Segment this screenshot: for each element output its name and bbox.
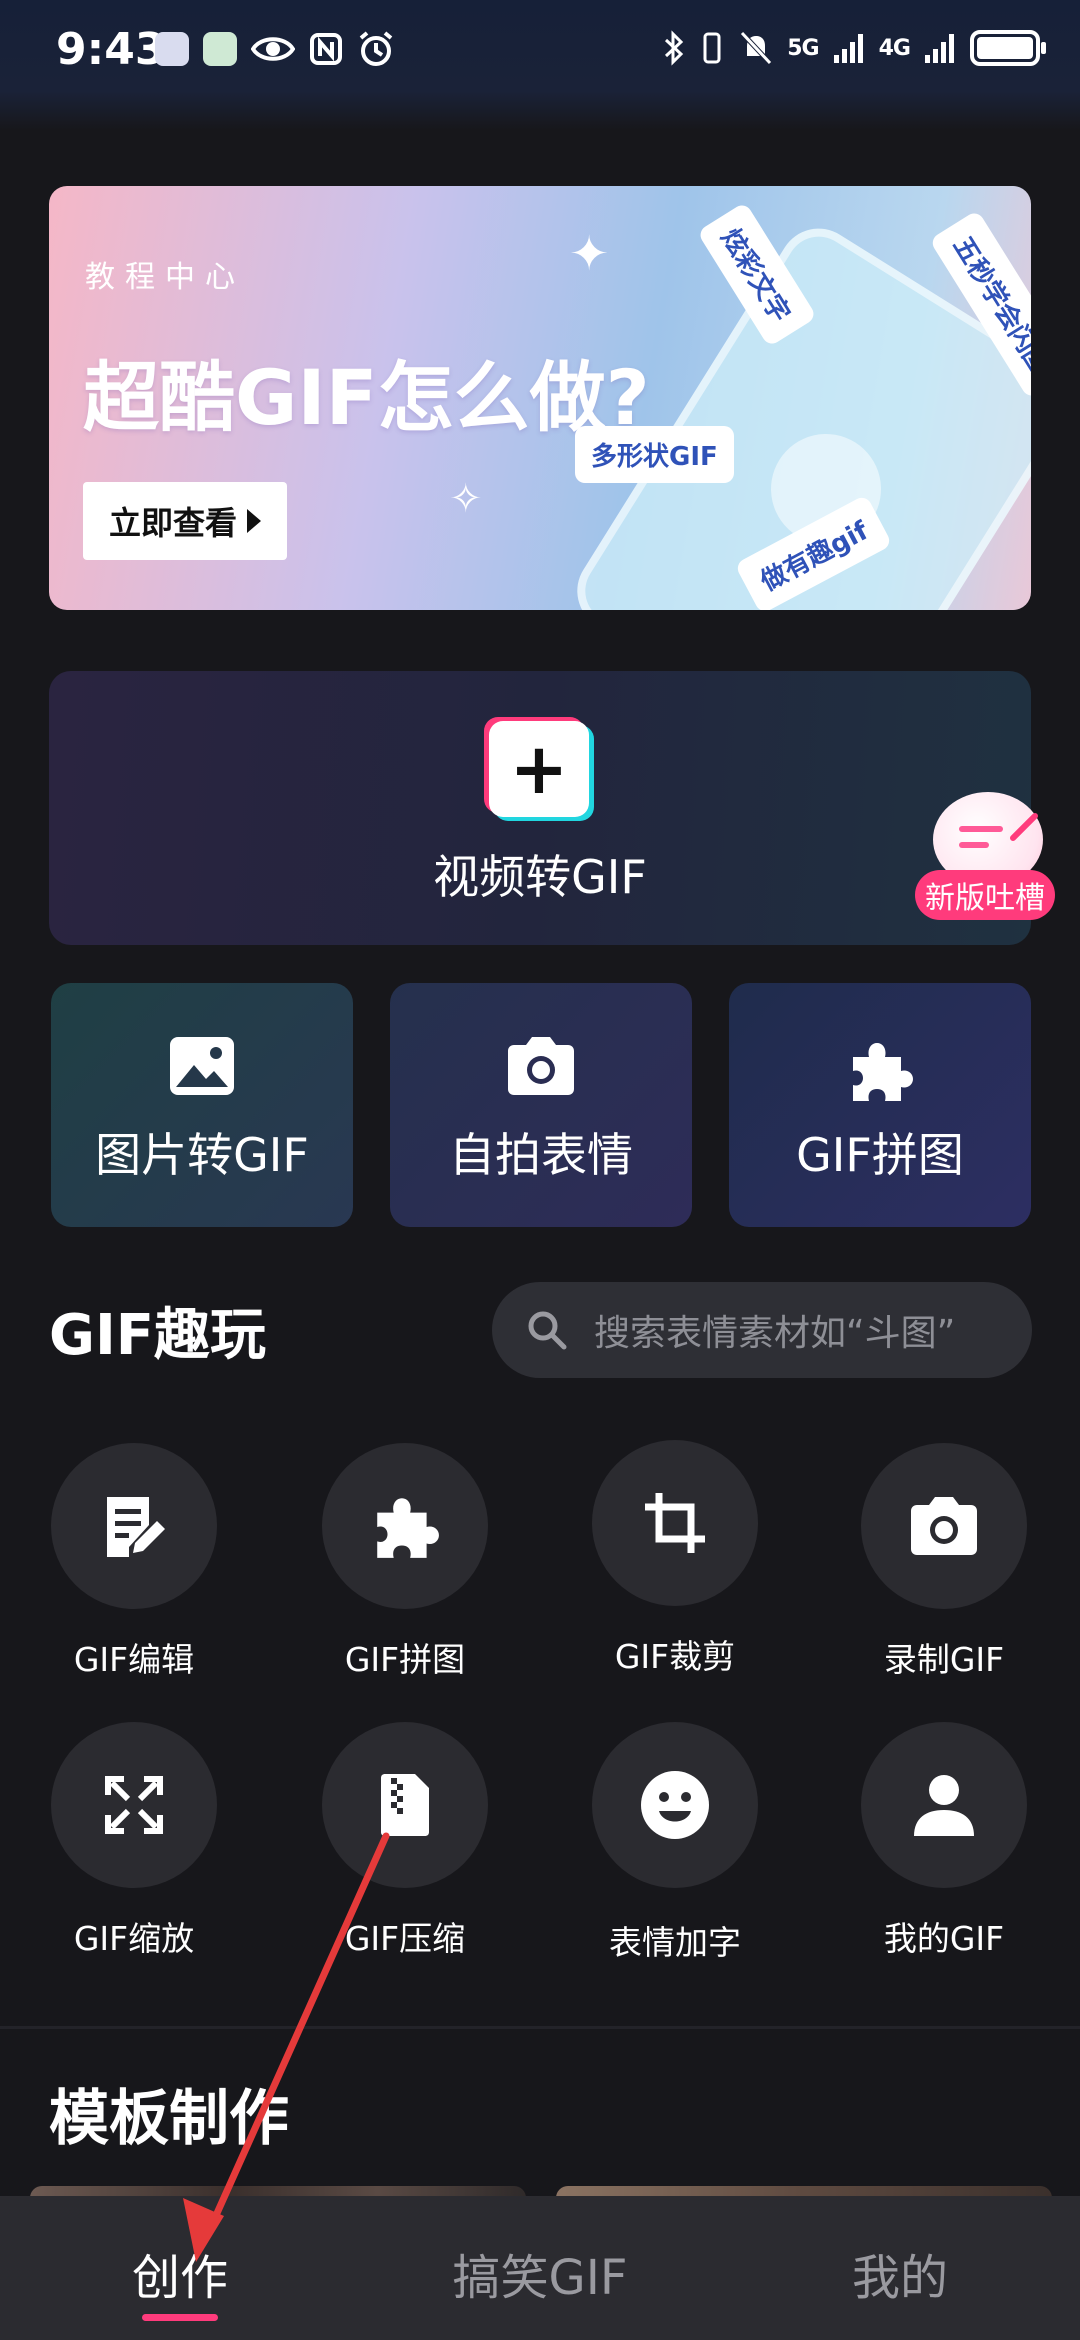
video-to-gif-card[interactable]: + 视频转GIF <box>49 671 1031 945</box>
tool-gif-edit[interactable]: GIF编辑 <box>24 1443 244 1703</box>
play-arrow-icon <box>247 509 262 533</box>
vibrate-icon <box>703 32 721 64</box>
zip-file-icon <box>381 1774 429 1836</box>
section-divider <box>0 2026 1080 2029</box>
signal-4g-label: 4G <box>878 35 911 61</box>
camera-icon <box>508 1037 574 1095</box>
battery-icon <box>970 30 1046 66</box>
app-notification-icon <box>155 32 189 66</box>
puzzle-icon <box>377 1498 439 1558</box>
sparkle-icon: ✧ <box>449 476 483 522</box>
banner-subtitle: 教程中心 <box>85 260 245 295</box>
alarm-icon <box>359 31 393 66</box>
tool-label: 表情加字 <box>609 1923 741 1962</box>
bottom-navigation: 创作 搞笑GIF 我的 <box>0 2196 1080 2340</box>
view-now-button[interactable]: 立即查看 <box>83 482 288 560</box>
banner-tag: 多形状GIF <box>575 426 734 483</box>
feedback-button[interactable]: 新版吐槽 <box>915 790 1080 925</box>
tool-label: 我的GIF <box>883 1919 1005 1958</box>
tool-label: GIF拼图 <box>344 1640 466 1679</box>
tool-gif-compress[interactable]: GIF压缩 <box>295 1722 515 1982</box>
nav-tab-funny-gif[interactable]: 搞笑GIF <box>390 2238 690 2308</box>
eye-icon <box>251 37 295 61</box>
image-to-gif-tile[interactable]: 图片转GIF <box>51 983 353 1227</box>
banner-title: 超酷GIF怎么做? <box>83 353 650 442</box>
tool-gif-collage[interactable]: GIF拼图 <box>295 1443 515 1703</box>
tool-sticker-text[interactable]: 表情加字 <box>565 1722 785 1982</box>
tool-label: GIF裁剪 <box>614 1637 736 1676</box>
image-icon <box>170 1037 234 1095</box>
gif-collage-label: GIF拼图 <box>796 1128 964 1182</box>
status-time: 9:43 <box>56 24 166 75</box>
camera-icon <box>911 1497 977 1555</box>
sparkle-icon: ✦ <box>569 226 610 282</box>
search-placeholder: 搜索表情素材如“斗图” <box>594 1313 956 1354</box>
signal-5g-label: 5G <box>787 35 819 61</box>
nav-tab-mine[interactable]: 我的 <box>750 2238 1050 2308</box>
tool-label: GIF缩放 <box>73 1919 195 1958</box>
feedback-label: 新版吐槽 <box>915 870 1055 920</box>
person-icon <box>914 1775 974 1836</box>
tool-record-gif[interactable]: 录制GIF <box>834 1443 1054 1703</box>
tutorial-banner[interactable]: ✦ ✧ 教程中心 超酷GIF怎么做? 炫彩文字 五秒学会闪图 多形状GIF 做有… <box>49 186 1031 610</box>
mute-bell-icon <box>740 31 773 65</box>
nfc-icon <box>310 33 342 65</box>
search-icon <box>528 1311 567 1350</box>
signal-bars-icon <box>833 34 863 63</box>
video-to-gif-label: 视频转GIF <box>433 850 647 904</box>
image-to-gif-label: 图片转GIF <box>95 1128 309 1182</box>
view-now-label: 立即查看 <box>109 504 238 542</box>
status-right-icons: 5G 4G <box>663 30 1046 66</box>
expand-icon <box>105 1776 163 1834</box>
search-input[interactable]: 搜索表情素材如“斗图” <box>492 1282 1032 1378</box>
puzzle-icon <box>853 1043 913 1101</box>
signal-bars-icon <box>925 34 954 63</box>
tool-label: GIF编辑 <box>73 1640 195 1679</box>
nav-tab-create[interactable]: 创作 <box>30 2238 330 2308</box>
shield-notification-icon <box>203 32 237 66</box>
tool-my-gif[interactable]: 我的GIF <box>834 1722 1054 1982</box>
tool-gif-resize[interactable]: GIF缩放 <box>24 1722 244 1982</box>
add-icon: + <box>489 721 589 817</box>
template-section-title: 模板制作 <box>49 2084 289 2154</box>
status-left-icons <box>155 30 395 68</box>
selfie-sticker-label: 自拍表情 <box>449 1128 633 1182</box>
gif-fun-title: GIF趣玩 <box>49 1303 267 1368</box>
gif-collage-tile[interactable]: GIF拼图 <box>729 983 1031 1227</box>
status-bar: 9:43 5G 4G <box>0 0 1080 130</box>
bluetooth-icon <box>665 30 684 66</box>
crop-icon <box>645 1493 705 1553</box>
selfie-sticker-tile[interactable]: 自拍表情 <box>390 983 692 1227</box>
active-tab-indicator <box>142 2314 218 2321</box>
smiley-icon <box>641 1771 709 1839</box>
edit-note-icon <box>107 1497 165 1557</box>
tool-label: 录制GIF <box>883 1640 1005 1679</box>
tool-label: GIF压缩 <box>344 1919 466 1958</box>
pen-icon <box>1010 813 1038 841</box>
tool-gif-crop[interactable]: GIF裁剪 <box>565 1440 785 1700</box>
